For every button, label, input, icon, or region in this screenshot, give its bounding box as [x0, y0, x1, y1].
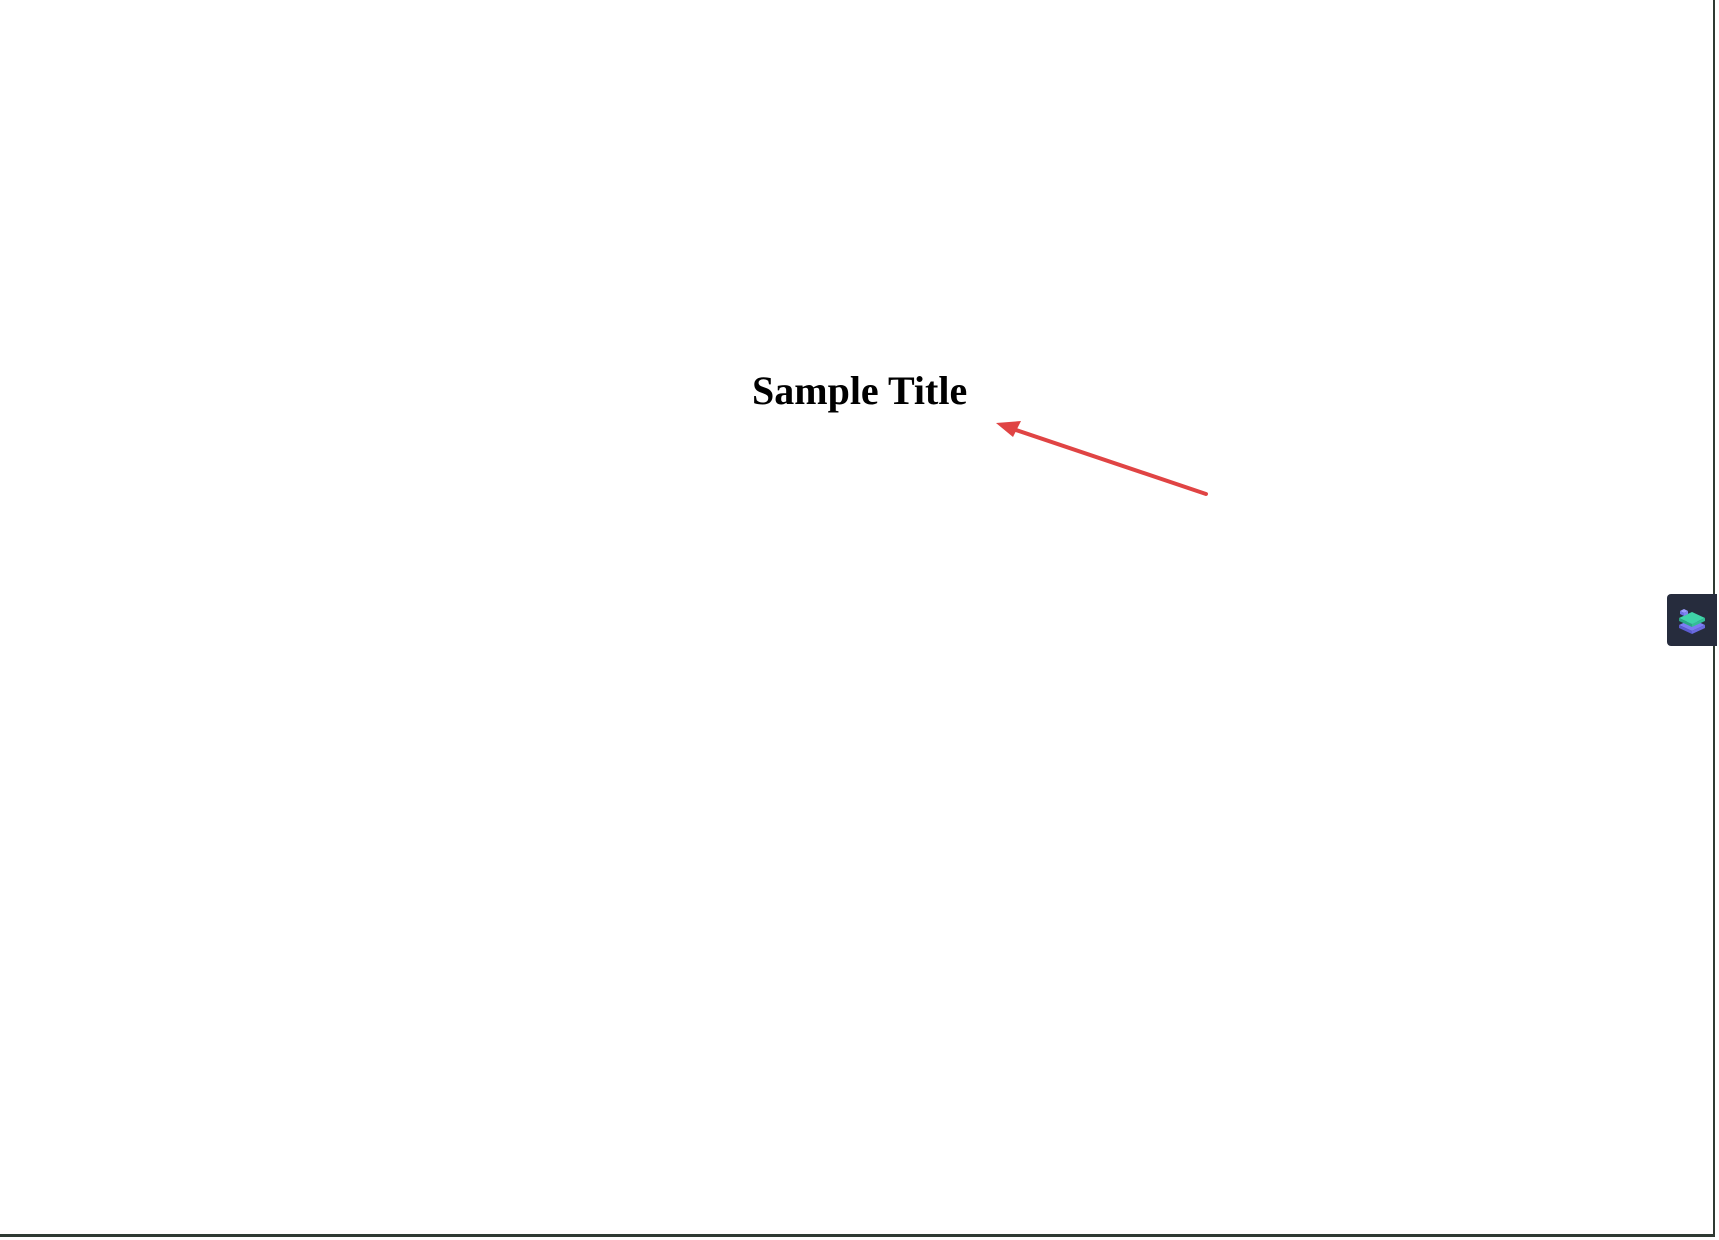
page-title: Sample Title: [752, 368, 968, 413]
page-canvas: Sample Title: [0, 0, 1715, 1237]
browser-viewport: Sample Title: [0, 0, 1719, 1240]
stacked-layers-icon: [1679, 609, 1705, 634]
stacked-layers-widget-button[interactable]: [1667, 594, 1717, 646]
